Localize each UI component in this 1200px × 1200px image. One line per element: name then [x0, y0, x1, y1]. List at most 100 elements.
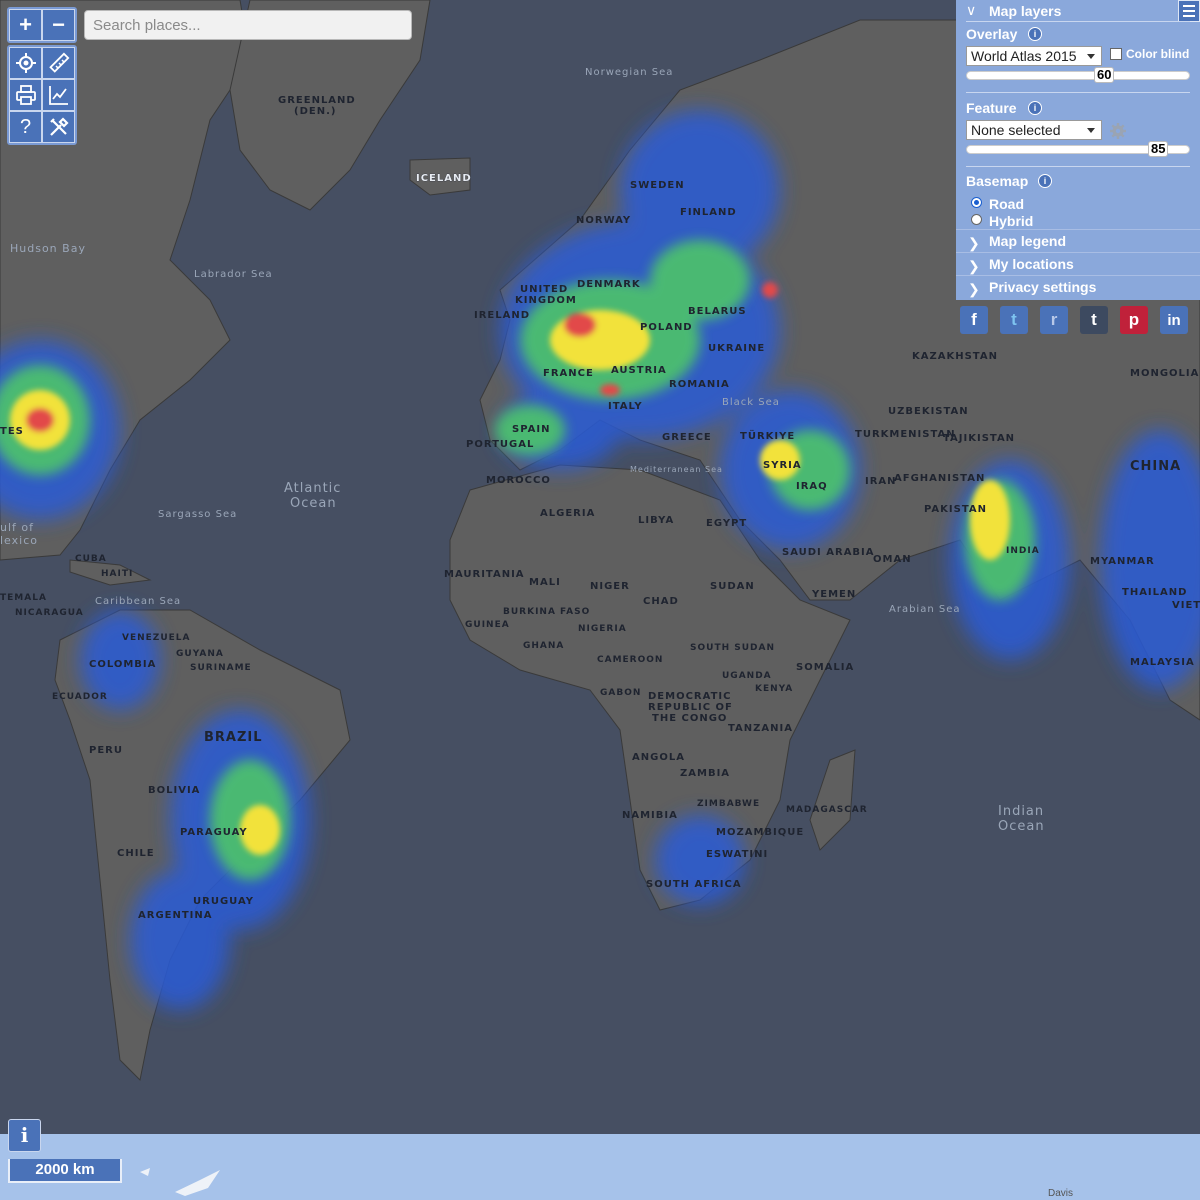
label-caribbean-sea: Caribbean Sea	[95, 596, 181, 607]
feature-select[interactable]: None selected	[966, 120, 1102, 140]
label-drc-3: THE CONGO	[652, 713, 727, 724]
reddit-icon[interactable]: r	[1040, 306, 1068, 334]
linkedin-icon[interactable]: in	[1160, 306, 1188, 334]
divider	[966, 92, 1190, 93]
label-austria: AUSTRIA	[611, 365, 667, 376]
basemap-label: Basemap	[966, 173, 1029, 189]
tumblr-icon[interactable]: t	[1080, 306, 1108, 334]
label-spain: SPAIN	[512, 424, 550, 435]
chevron-down-icon	[1087, 128, 1095, 133]
hamburger-icon	[1183, 5, 1195, 17]
label-turkmenistan: TURKMENISTAN	[855, 429, 956, 440]
label-india: INDIA	[1006, 546, 1040, 556]
menu-button[interactable]	[1178, 0, 1200, 22]
label-argentina: ARGENTINA	[138, 910, 213, 921]
basemap-road-label[interactable]: Road	[989, 196, 1024, 212]
overlay-select[interactable]: World Atlas 2015	[966, 46, 1102, 66]
chevron-down-icon: ∨	[966, 2, 977, 18]
radio-dot	[974, 200, 979, 205]
label-angola: ANGOLA	[632, 752, 685, 763]
label-somalia: SOMALIA	[796, 662, 854, 673]
label-iraq: IRAQ	[796, 481, 828, 492]
label-south-africa: SOUTH AFRICA	[646, 879, 742, 890]
feature-opacity-value[interactable]: 85	[1148, 141, 1169, 157]
locate-button[interactable]	[9, 47, 42, 79]
section-map-legend[interactable]: ❯ Map legend	[956, 229, 1200, 252]
label-guatemala-fragment: TEMALA	[0, 593, 47, 603]
pinterest-icon[interactable]: p	[1120, 306, 1148, 334]
label-nigeria: NIGERIA	[578, 624, 627, 634]
overlay-info-icon[interactable]: i	[1028, 27, 1042, 41]
tools-icon	[49, 117, 69, 136]
overlay-opacity-slider[interactable]	[966, 71, 1190, 80]
print-button[interactable]	[9, 79, 42, 111]
label-france: FRANCE	[543, 368, 594, 379]
zoom-in-button[interactable]: +	[9, 9, 42, 41]
label-zambia: ZAMBIA	[680, 768, 730, 779]
search-input[interactable]	[84, 10, 412, 40]
label-sweden: SWEDEN	[630, 180, 685, 191]
color-blind-checkbox[interactable]	[1110, 48, 1122, 60]
label-united-kingdom-1: UNITED	[520, 284, 568, 295]
label-uzbekistan: UZBEKISTAN	[888, 406, 969, 417]
overlay-label: Overlay	[966, 26, 1018, 42]
label-peru: PERU	[89, 745, 123, 756]
label-finland: FINLAND	[680, 207, 737, 218]
measure-button[interactable]	[42, 47, 75, 79]
label-vietnam-fragment: VIET	[1172, 600, 1200, 611]
label-turkiye: TÜRKIYE	[740, 428, 795, 442]
label-iran: IRAN	[865, 476, 897, 487]
label-united-kingdom-2: KINGDOM	[515, 295, 577, 306]
feature-info-icon[interactable]: i	[1028, 101, 1042, 115]
label-mozambique: MOZAMBIQUE	[716, 827, 804, 838]
map-info-button[interactable]: i	[8, 1119, 41, 1152]
label-brazil: BRAZIL	[204, 730, 263, 745]
divider	[966, 166, 1190, 167]
label-cameroon: CAMEROON	[597, 655, 663, 665]
label-ukraine: UKRAINE	[708, 343, 765, 354]
overlay-select-value: World Atlas 2015	[971, 48, 1077, 64]
section-privacy-settings[interactable]: ❯ Privacy settings	[956, 275, 1200, 298]
twitter-icon[interactable]: t	[1000, 306, 1028, 334]
facebook-icon[interactable]: f	[960, 306, 988, 334]
zoom-out-button[interactable]: −	[42, 9, 75, 41]
label-chile: CHILE	[117, 848, 155, 859]
chevron-right-icon: ❯	[968, 235, 980, 251]
label-greenland: GREENLAND	[278, 95, 356, 106]
label-venezuela: VENEZUELA	[122, 633, 190, 643]
section-label: My locations	[989, 256, 1074, 272]
overlay-opacity-value[interactable]: 60	[1094, 67, 1115, 83]
gear-icon	[1110, 123, 1126, 139]
label-nicaragua: NICARAGUA	[15, 608, 84, 618]
label-guinea: GUINEA	[465, 620, 510, 630]
feature-settings-button[interactable]	[1109, 122, 1127, 140]
label-davis: Davis	[1048, 1188, 1074, 1199]
label-mali: MALI	[529, 577, 561, 588]
label-zimbabwe: ZIMBABWE	[697, 799, 760, 809]
label-saudi-arabia: SAUDI ARABIA	[782, 547, 875, 558]
chevron-right-icon: ❯	[968, 258, 980, 274]
tools-button[interactable]	[42, 111, 75, 143]
label-labrador-sea: Labrador Sea	[194, 269, 273, 280]
graph-button[interactable]	[42, 79, 75, 111]
basemap-hybrid-label[interactable]: Hybrid	[989, 213, 1033, 229]
label-south-sudan: SOUTH SUDAN	[690, 643, 775, 653]
help-button[interactable]: ?	[9, 111, 42, 143]
label-drc-1: DEMOCRATIC	[648, 691, 731, 702]
label-afghanistan: AFGHANISTAN	[894, 473, 985, 484]
label-hudson-bay: Hudson Bay	[10, 242, 86, 255]
label-indian-2: Ocean	[998, 819, 1045, 834]
feature-label: Feature	[966, 100, 1017, 116]
basemap-road-radio[interactable]	[971, 197, 982, 208]
label-guyana: GUYANA	[176, 649, 224, 659]
label-portugal: PORTUGAL	[466, 439, 534, 450]
label-denmark: DENMARK	[577, 279, 641, 290]
label-haiti: HAITI	[101, 569, 133, 579]
basemap-hybrid-radio[interactable]	[971, 214, 982, 225]
basemap-info-icon[interactable]: i	[1038, 174, 1052, 188]
label-norwegian-sea: Norwegian Sea	[585, 67, 673, 78]
label-thailand: THAILAND	[1122, 587, 1187, 598]
collapse-layers-button[interactable]: ∨	[966, 2, 976, 20]
label-china: CHINA	[1130, 459, 1181, 474]
section-my-locations[interactable]: ❯ My locations	[956, 252, 1200, 275]
